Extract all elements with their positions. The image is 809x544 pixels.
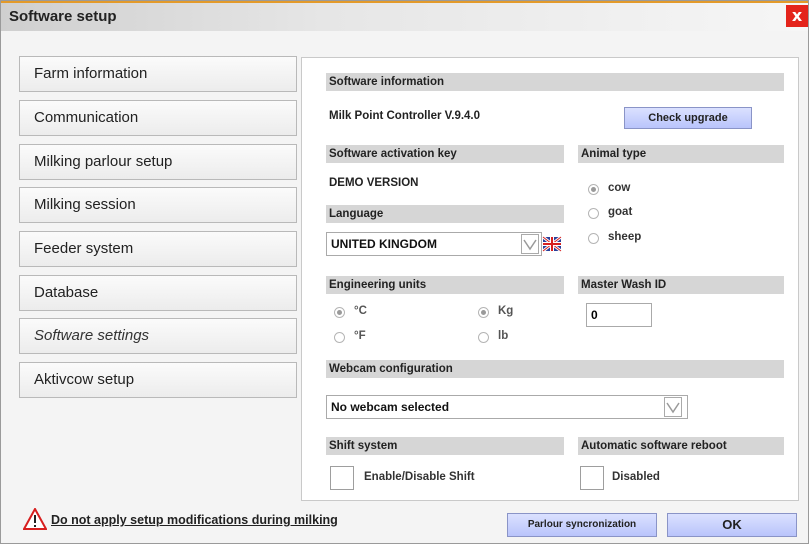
webcam-configuration-header: Webcam configuration: [326, 360, 784, 378]
weight-kg-radio[interactable]: [478, 307, 489, 318]
title-bar: Software setup x: [1, 1, 808, 31]
sidebar-item-database[interactable]: Database: [19, 275, 297, 311]
reboot-label: Disabled: [612, 471, 660, 483]
shift-label: Enable/Disable Shift: [364, 471, 475, 483]
chevron-down-icon[interactable]: [521, 234, 539, 254]
shift-system-header: Shift system: [326, 437, 564, 455]
settings-panel: Software information Milk Point Controll…: [301, 57, 799, 501]
ok-button[interactable]: OK: [667, 513, 797, 537]
software-setup-window: Software setup x Farm information Commun…: [0, 0, 809, 544]
weight-lb-radio[interactable]: [478, 332, 489, 343]
animal-goat-label: goat: [608, 206, 633, 218]
window-title: Software setup: [9, 8, 117, 25]
activation-key-value: DEMO VERSION: [329, 177, 419, 189]
master-wash-id-field[interactable]: 0: [586, 303, 652, 327]
chevron-down-icon[interactable]: [664, 397, 682, 417]
language-selected-value: UNITED KINGDOM: [331, 237, 437, 251]
warning-text: Do not apply setup modifications during …: [51, 513, 338, 527]
master-wash-id-header: Master Wash ID: [578, 276, 784, 294]
reboot-checkbox[interactable]: [580, 466, 604, 490]
sidebar-item-milking-session[interactable]: Milking session: [19, 187, 297, 223]
warning-triangle-icon: [22, 506, 48, 535]
language-header: Language: [326, 205, 564, 223]
close-icon[interactable]: x: [786, 5, 808, 27]
uk-flag-icon[interactable]: [542, 234, 562, 254]
shift-checkbox[interactable]: [330, 466, 354, 490]
temp-celsius-label: °C: [354, 305, 367, 317]
sidebar-item-milking-parlour-setup[interactable]: Milking parlour setup: [19, 144, 297, 180]
activation-key-header: Software activation key: [326, 145, 564, 163]
animal-type-header: Animal type: [578, 145, 784, 163]
software-information-header: Software information: [326, 73, 784, 91]
webcam-selected-value: No webcam selected: [331, 400, 450, 414]
animal-sheep-radio[interactable]: [588, 233, 599, 244]
sidebar-item-feeder-system[interactable]: Feeder system: [19, 231, 297, 267]
language-select[interactable]: UNITED KINGDOM: [326, 232, 542, 256]
temp-celsius-radio[interactable]: [334, 307, 345, 318]
animal-cow-radio[interactable]: [588, 184, 599, 195]
animal-goat-radio[interactable]: [588, 208, 599, 219]
animal-cow-label: cow: [608, 182, 631, 194]
check-upgrade-button[interactable]: Check upgrade: [624, 107, 752, 129]
webcam-select[interactable]: No webcam selected: [326, 395, 688, 419]
engineering-units-header: Engineering units: [326, 276, 564, 294]
weight-lb-label: lb: [498, 330, 509, 342]
sidebar-item-aktivcow-setup[interactable]: Aktivcow setup: [19, 362, 297, 398]
sidebar-item-software-settings[interactable]: Software settings: [19, 318, 297, 354]
weight-kg-label: Kg: [498, 305, 514, 317]
automatic-reboot-header: Automatic software reboot: [578, 437, 784, 455]
software-version: Milk Point Controller V.9.4.0: [329, 110, 481, 122]
sidebar-item-communication[interactable]: Communication: [19, 100, 297, 136]
parlour-synchronization-button[interactable]: Parlour syncronization: [507, 513, 657, 537]
temp-fahrenheit-label: °F: [354, 330, 366, 342]
temp-fahrenheit-radio[interactable]: [334, 332, 345, 343]
sidebar-item-farm-information[interactable]: Farm information: [19, 56, 297, 92]
animal-sheep-label: sheep: [608, 231, 642, 243]
